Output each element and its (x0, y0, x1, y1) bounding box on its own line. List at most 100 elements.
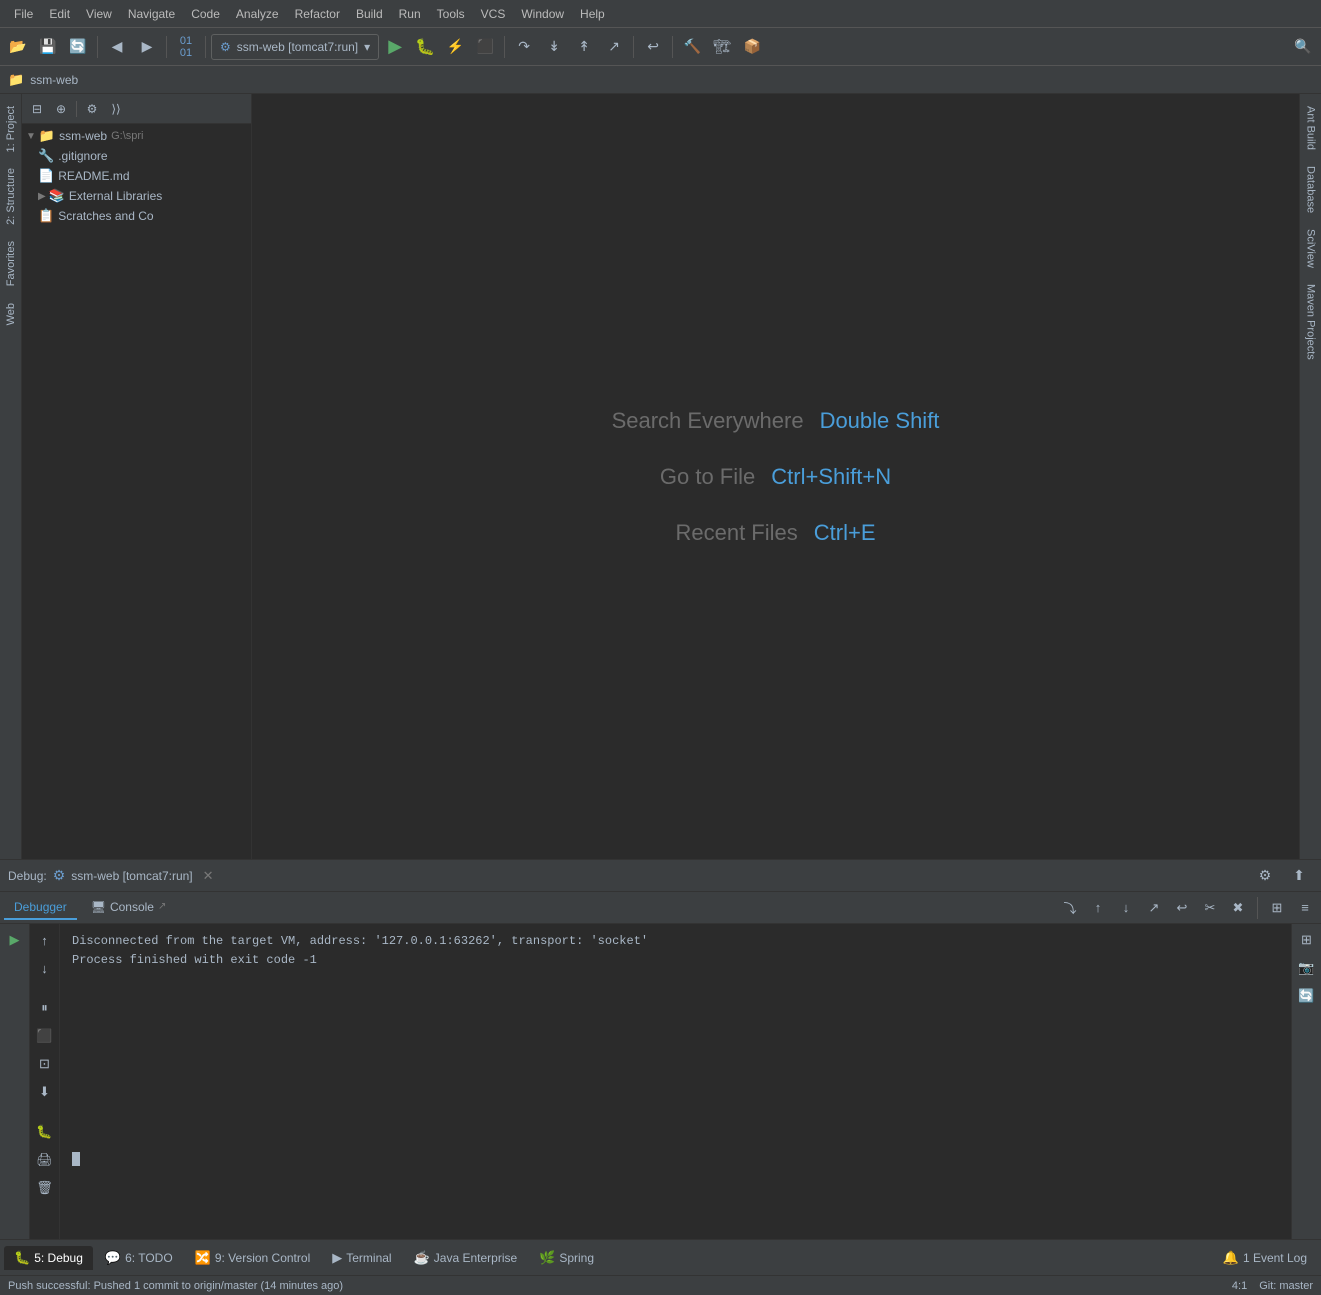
debug-settings-button[interactable]: ⚙ (1251, 862, 1279, 890)
run-to-cursor-button[interactable]: ↗ (600, 33, 628, 61)
camera-button[interactable]: 📷 (1295, 956, 1319, 980)
run-config-label: ssm-web [tomcat7:run] (237, 40, 358, 54)
undo-button[interactable]: ↩ (639, 33, 667, 61)
resume-button[interactable]: ▶ (3, 928, 27, 952)
bottom-tab-event-log[interactable]: 🔔 1 Event Log (1213, 1246, 1317, 1270)
project-name-label: ssm-web (30, 73, 78, 87)
filter-button[interactable]: 🖨 (33, 1148, 57, 1172)
tree-item-ssm-web[interactable]: ▼ 📁 ssm-web G:\spri (22, 126, 251, 146)
debug-action-buttons: ↑ ↓ ⏸ ⬛ ⊡ ⬇ 🐛 🖨 🗑 (30, 924, 60, 1239)
debug-step-button-5[interactable]: ↩ (1170, 896, 1194, 920)
menu-vcs[interactable]: VCS (473, 5, 514, 23)
forward-button[interactable]: ▶ (133, 33, 161, 61)
debug-tab-text: 5: Debug (34, 1251, 83, 1265)
sidebar-tab-project[interactable]: 1: Project (2, 98, 20, 160)
sidebar-tab-favorites[interactable]: Favorites (2, 233, 20, 294)
bottom-tab-spring[interactable]: 🌿 Spring (529, 1246, 604, 1270)
step-over-button[interactable]: ↷ (510, 33, 538, 61)
toolbar-separator-1 (97, 36, 98, 58)
scroll-to-end-button[interactable]: ⬇ (33, 1080, 57, 1104)
coverage-button[interactable]: ⚡ (441, 33, 469, 61)
tree-label-ssm-web-path: G:\spri (111, 130, 143, 142)
debug-content-area: ▶ ↑ ↓ ⏸ ⬛ ⊡ ⬇ 🐛 🖨 🗑 Disconnected from th… (0, 924, 1321, 1239)
debug-frames-button[interactable]: ⊞ (1265, 896, 1289, 920)
cursor (72, 1152, 80, 1166)
toolbar-separator-4 (504, 36, 505, 58)
debug-restore-button[interactable]: ⬆ (1285, 862, 1313, 890)
menu-edit[interactable]: Edit (41, 5, 78, 23)
debug-vars-button[interactable]: ≡ (1293, 896, 1317, 920)
editor-area[interactable]: Search Everywhere Double Shift Go to Fil… (252, 94, 1299, 859)
console-tab[interactable]: 🖥 Console ↗ (81, 896, 177, 920)
restore-layout-button[interactable]: ⊡ (33, 1052, 57, 1076)
run-button[interactable]: ▶ (381, 33, 409, 61)
vcs-button[interactable]: 0101 (172, 33, 200, 61)
menu-build[interactable]: Build (348, 5, 391, 23)
debug-button[interactable]: 🐛 (411, 33, 439, 61)
debug-step-button-3[interactable]: ↓ (1114, 896, 1138, 920)
expand-button[interactable]: ⟩⟩ (105, 98, 127, 120)
bottom-tab-debug[interactable]: 🐛 5: Debug (4, 1246, 93, 1270)
bottom-tab-terminal[interactable]: ▶ Terminal (322, 1246, 401, 1270)
stop-button[interactable]: ⬛ (471, 33, 499, 61)
scroll-down-button[interactable]: ↓ (33, 956, 57, 980)
right-tab-ant-build[interactable]: Ant Build (1302, 98, 1320, 158)
clear-button[interactable]: 🗑 (33, 1176, 57, 1200)
toolbar: 📂 💾 🔄 ◀ ▶ 0101 ⚙ ssm-web [tomcat7:run] ▾… (0, 28, 1321, 66)
scroll-up-button[interactable]: ↑ (33, 928, 57, 952)
debug-step-button-6[interactable]: ✂ (1198, 896, 1222, 920)
tree-item-external-libs[interactable]: ▶ 📚 External Libraries (22, 186, 251, 206)
clock-button[interactable]: 🔄 (1295, 984, 1319, 1008)
tree-item-scratches[interactable]: 📋 Scratches and Co (22, 206, 251, 226)
collapse-all-button[interactable]: ⊟ (26, 98, 48, 120)
menu-refactor[interactable]: Refactor (287, 5, 348, 23)
settings-button[interactable]: ⚙ (81, 98, 103, 120)
open-file-button[interactable]: 📂 (4, 33, 32, 61)
debug-step-button-1[interactable]: ⤵ (1058, 896, 1082, 920)
right-tab-database[interactable]: Database (1302, 158, 1320, 221)
save-all-button[interactable]: 💾 (34, 33, 62, 61)
debugger-tab[interactable]: Debugger (4, 896, 77, 920)
tree-item-gitignore[interactable]: 🔧 .gitignore (22, 146, 251, 166)
menu-file[interactable]: File (6, 5, 41, 23)
debug-step-button-7[interactable]: ✖ (1226, 896, 1250, 920)
right-tab-sciview[interactable]: SciView (1302, 221, 1320, 276)
bottom-tab-java-enterprise[interactable]: ☕ Java Enterprise (404, 1246, 528, 1270)
step-out-button[interactable]: ↟ (570, 33, 598, 61)
sidebar-tab-web[interactable]: Web (2, 295, 20, 333)
menu-run[interactable]: Run (391, 5, 429, 23)
menu-window[interactable]: Window (513, 5, 572, 23)
back-button[interactable]: ◀ (103, 33, 131, 61)
pause-button[interactable]: ⏸ (33, 996, 57, 1020)
console-tab-label: Console (110, 900, 154, 914)
locate-file-button[interactable]: ⊕ (50, 98, 72, 120)
settings-debug-button[interactable]: 🐛 (33, 1120, 57, 1144)
stop-debug-button[interactable]: ⬛ (33, 1024, 57, 1048)
rebuild-button[interactable]: 🏗 (708, 33, 736, 61)
tree-item-readme[interactable]: 📄 README.md (22, 166, 251, 186)
step-into-button[interactable]: ↡ (540, 33, 568, 61)
deploy-button[interactable]: 📦 (738, 33, 766, 61)
debug-step-button-4[interactable]: ↗ (1142, 896, 1166, 920)
menu-analyze[interactable]: Analyze (228, 5, 287, 23)
search-everywhere-button[interactable]: 🔍 (1289, 33, 1317, 61)
menu-code[interactable]: Code (183, 5, 228, 23)
project-panel-toolbar: ⊟ ⊕ ⚙ ⟩⟩ (22, 94, 251, 124)
run-configuration-selector[interactable]: ⚙ ssm-web [tomcat7:run] ▾ (211, 34, 379, 60)
left-sidebar-tabs: 1: Project 2: Structure Favorites Web (0, 94, 22, 859)
bottom-tab-vcs[interactable]: 🔀 9: Version Control (185, 1246, 321, 1270)
right-tab-maven[interactable]: Maven Projects (1302, 276, 1320, 368)
bottom-tab-todo[interactable]: 💬 6: TODO (95, 1246, 183, 1270)
restore-frame-button[interactable]: ⊞ (1295, 928, 1319, 952)
sidebar-tab-structure[interactable]: 2: Structure (2, 160, 20, 233)
menu-navigate[interactable]: Navigate (120, 5, 183, 23)
menu-tools[interactable]: Tools (429, 5, 473, 23)
debug-step-button-2[interactable]: ↑ (1086, 896, 1110, 920)
project-tree: ▼ 📁 ssm-web G:\spri 🔧 .gitignore 📄 READM… (22, 124, 251, 859)
menu-view[interactable]: View (78, 5, 120, 23)
bottom-tabs-bar: 🐛 5: Debug 💬 6: TODO 🔀 9: Version Contro… (0, 1239, 1321, 1275)
debug-tab-close-icon[interactable]: ✕ (203, 868, 214, 884)
sync-button[interactable]: 🔄 (64, 33, 92, 61)
menu-help[interactable]: Help (572, 5, 613, 23)
build-project-button[interactable]: 🔨 (678, 33, 706, 61)
